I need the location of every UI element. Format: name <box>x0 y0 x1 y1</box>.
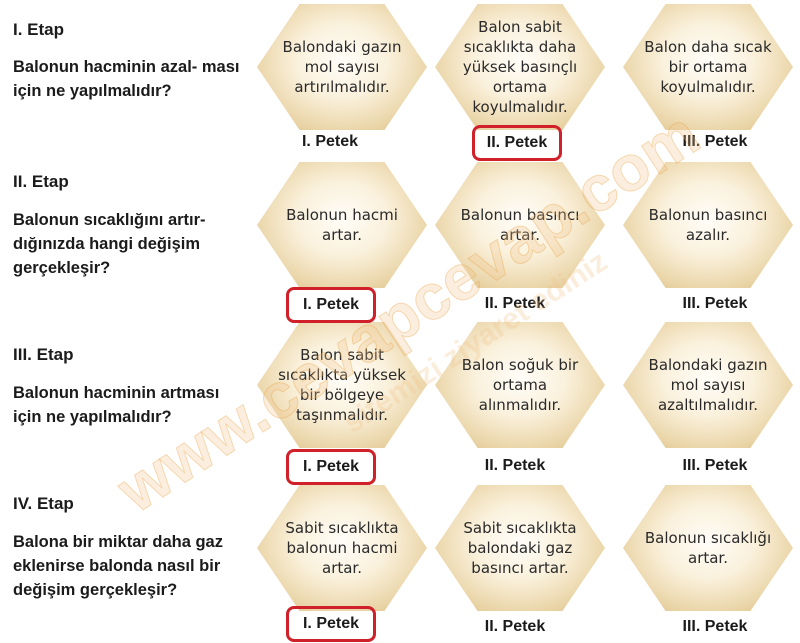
etap-2-option-3[interactable]: Balonun basıncı azalır. <box>623 162 793 288</box>
etap-3-option-2-text: Balon soğuk bir ortama alınmalıdır. <box>461 356 579 414</box>
etap-3-option-3[interactable]: Balondaki gazın mol sayısı azaltılmalıdı… <box>623 322 793 448</box>
etap-1-question: Balonun hacminin azal- ması için ne yapı… <box>13 58 240 100</box>
etap-1-option-2-text: Balon sabit sıcaklıkta daha yüksek basın… <box>462 18 578 116</box>
etap-1-option-3-text: Balon daha sıcak bir ortama koyulmalıdır… <box>644 38 772 96</box>
etap-4-label-3[interactable]: III. Petek <box>660 612 770 642</box>
etap-1-label-2-selected[interactable]: II. Petek <box>472 125 562 161</box>
etap-4-option-3[interactable]: Balonun sıcaklığı artar. <box>623 485 793 611</box>
etap-4-label-2[interactable]: II. Petek <box>460 612 570 642</box>
etap-1-option-2[interactable]: Balon sabit sıcaklıkta daha yüksek basın… <box>435 4 605 130</box>
etap-1-option-3[interactable]: Balon daha sıcak bir ortama koyulmalıdır… <box>623 4 793 130</box>
etap-2-option-3-text: Balonun basıncı azalır. <box>648 206 768 244</box>
etap-3-question: Balonun hacminin artması için ne yapılma… <box>13 384 220 426</box>
etap-1-option-1[interactable]: Balondaki gazın mol sayısı artırılmalıdı… <box>257 4 427 130</box>
etap-1-label-1[interactable]: I. Petek <box>275 127 385 157</box>
etap-2-label-3[interactable]: III. Petek <box>660 289 770 319</box>
etap-3-option-1-text: Balon sabit sıcaklıkta yüksek bir bölgey… <box>278 346 406 424</box>
etap-2-label-2[interactable]: II. Petek <box>460 289 570 319</box>
etap-4-question: Balona bir miktar daha gaz eklenirse bal… <box>13 533 223 599</box>
etap-2-question: Balonun sıcaklığını artır- dığınızda han… <box>13 211 206 277</box>
etap-3-option-2[interactable]: Balon soğuk bir ortama alınmalıdır. <box>435 322 605 448</box>
etap-3-label-3[interactable]: III. Petek <box>660 451 770 481</box>
etap-1-title: I. Etap <box>13 20 65 39</box>
etap-1-option-1-text: Balondaki gazın mol sayısı artırılmalıdı… <box>282 38 402 96</box>
etap-4-option-2-text: Sabit sıcaklıkta balondaki gaz basıncı a… <box>463 519 577 577</box>
etap-2-label-1-selected[interactable]: I. Petek <box>286 287 376 323</box>
etap-1-label-3[interactable]: III. Petek <box>660 127 770 157</box>
etap-3-label-2[interactable]: II. Petek <box>460 451 570 481</box>
watermark-main-text: www.cevapcevap.com <box>104 97 712 527</box>
etap-4-option-3-text: Balonun sıcaklığı artar. <box>644 529 772 567</box>
etap-4-label-1-selected[interactable]: I. Petek <box>286 606 376 642</box>
etap-2-option-2-text: Balonun basıncı artar. <box>460 206 580 244</box>
etap-3-option-3-text: Balondaki gazın mol sayısı azaltılmalıdı… <box>648 356 768 414</box>
etap-2-title: II. Etap <box>13 172 69 191</box>
etap-2-option-1[interactable]: Balonun hacmi artar. <box>257 162 427 288</box>
etap-4-option-2[interactable]: Sabit sıcaklıkta balondaki gaz basıncı a… <box>435 485 605 611</box>
etap-4-option-1-text: Sabit sıcaklıkta balonun hacmi artar. <box>285 519 399 577</box>
etap-3-option-1[interactable]: Balon sabit sıcaklıkta yüksek bir bölgey… <box>257 322 427 448</box>
etap-2-option-1-text: Balonun hacmi artar. <box>286 206 398 244</box>
etap-3-title: III. Etap <box>13 345 74 364</box>
etap-4-option-1[interactable]: Sabit sıcaklıkta balonun hacmi artar. <box>257 485 427 611</box>
etap-4-title: IV. Etap <box>13 494 74 513</box>
etap-2-option-2[interactable]: Balonun basıncı artar. <box>435 162 605 288</box>
etap-3-label-1-selected[interactable]: I. Petek <box>286 449 376 485</box>
